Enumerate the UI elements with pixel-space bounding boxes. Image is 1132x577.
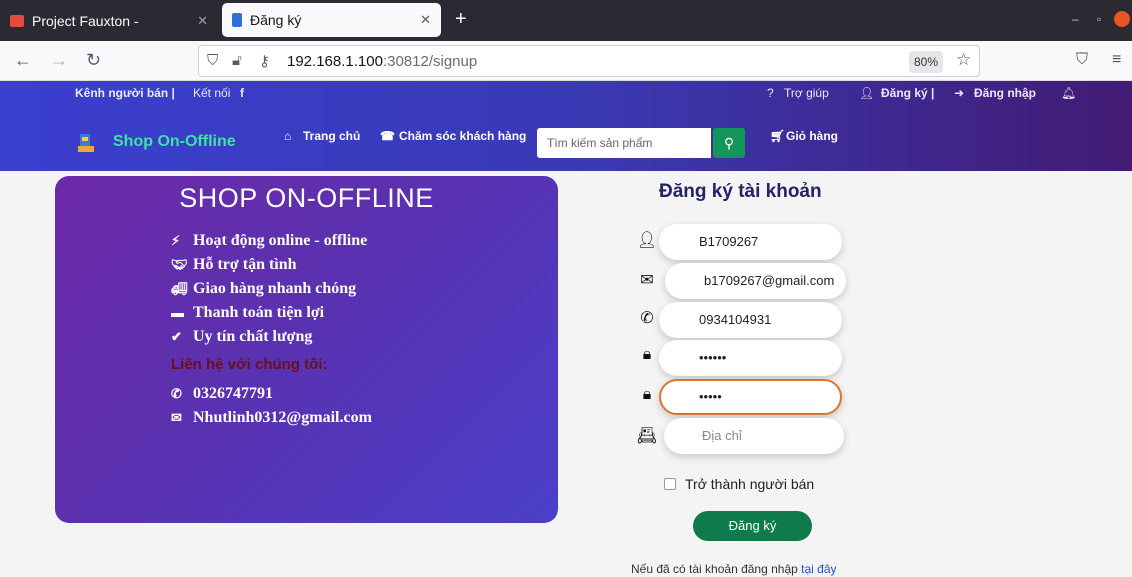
- bell-icon[interactable]: 🔔︎: [1061, 86, 1076, 100]
- check-circle-icon: ✔: [171, 329, 182, 344]
- credit-card-icon: ▬: [171, 305, 184, 320]
- new-tab-icon[interactable]: +: [455, 8, 467, 31]
- feature-item: ⚡︎ Hoạt động online - offline: [171, 232, 368, 249]
- back-arrow-icon[interactable]: ←: [14, 50, 32, 71]
- help-link[interactable]: Trợ giúp: [784, 86, 829, 100]
- feature-item: 🤝︎ Hỗ trợ tận tình: [171, 256, 297, 273]
- url-text[interactable]: 192.168.1.100:30812/signup: [287, 53, 477, 70]
- pocket-icon[interactable]: ⛉: [1076, 51, 1088, 69]
- connect-label: Kết nối: [193, 86, 231, 100]
- lock-icon: 🔒︎: [642, 346, 652, 363]
- search-icon: ⚲: [723, 135, 735, 151]
- bookmark-star-icon[interactable]: ☆: [956, 50, 971, 70]
- address-field[interactable]: Địa chỉ: [664, 418, 844, 454]
- browser-tab-bar: Project Fauxton - ✕ Đăng ký ✕ + – ▫: [0, 0, 1132, 41]
- lock-icon: 🔒︎: [642, 386, 652, 403]
- shield-icon[interactable]: ⛉: [207, 52, 218, 69]
- form-title: Đăng ký tài khoản: [659, 181, 822, 202]
- plug-icon: ⚡︎: [171, 233, 181, 248]
- login-footnote: Nếu đã có tài khoản đăng nhập tại đây: [631, 562, 837, 576]
- close-tab-icon[interactable]: ✕: [420, 12, 431, 28]
- search-input[interactable]: Tìm kiếm sản phẩm: [537, 128, 711, 158]
- window-close-icon[interactable]: [1114, 11, 1130, 27]
- email-field[interactable]: b1709267@gmail.com: [665, 263, 846, 299]
- username-field[interactable]: B1709267: [659, 224, 842, 260]
- help-icon[interactable]: ?: [767, 86, 774, 100]
- feature-item: 🚚︎ Giao hàng nhanh chóng: [171, 280, 357, 297]
- envelope-icon: ✉: [171, 410, 182, 425]
- feature-item: ✔ Uy tín chất lượng: [171, 328, 313, 345]
- shop-logo-icon[interactable]: [76, 132, 96, 154]
- become-seller-checkbox[interactable]: Trở thành người bán: [664, 476, 814, 492]
- search-button[interactable]: ⚲: [713, 128, 745, 158]
- login-here-link[interactable]: tại đây: [801, 562, 836, 576]
- cart-icon: 🛒︎: [770, 129, 786, 143]
- tab-title: Đăng ký: [250, 12, 302, 28]
- contact-phone: ✆ 0326747791: [171, 385, 273, 402]
- phone-field[interactable]: 0934104931: [659, 302, 842, 338]
- truck-icon: 🚚︎: [171, 281, 188, 296]
- contact-email: ✉ Nhutlinh0312@gmail.com: [171, 409, 372, 426]
- add-user-icon: 👤︎: [859, 86, 875, 100]
- become-seller-label: Trở thành người bán: [685, 476, 815, 492]
- shop-favicon-icon: [232, 13, 242, 27]
- zoom-level[interactable]: 80%: [909, 51, 943, 73]
- shop-info-card: SHOP ON-OFFLINE ⚡︎ Hoạt động online - off…: [55, 176, 558, 523]
- address-bar[interactable]: ⛉ 🔓︎ ⚷ 192.168.1.100:30812/signup 80% ☆: [198, 45, 980, 77]
- site-header: Kênh người bán | Kết nối f ? Trợ giúp 👤︎…: [0, 81, 1132, 171]
- browser-nav-bar: ← → ↻ ⛉ 🔓︎ ⚷ 192.168.1.100:30812/signup …: [0, 41, 1132, 81]
- close-tab-icon[interactable]: ✕: [197, 13, 208, 29]
- user-icon: 👤︎: [636, 232, 658, 249]
- minimize-icon[interactable]: –: [1072, 12, 1079, 26]
- card-title: SHOP ON-OFFLINE: [179, 183, 434, 213]
- seller-channel-link[interactable]: Kênh người bán |: [75, 86, 175, 100]
- reload-icon[interactable]: ↻: [86, 50, 101, 71]
- support-icon: ☎: [380, 129, 395, 143]
- facebook-icon[interactable]: f: [240, 86, 244, 100]
- address-book-icon: 📇︎: [636, 428, 658, 445]
- nav-cart[interactable]: Giỏ hàng: [786, 129, 838, 143]
- password-field[interactable]: ••••••: [659, 340, 842, 376]
- contact-heading: Liên hệ với chúng tôi:: [171, 356, 328, 373]
- sign-in-icon: ➜: [954, 86, 965, 100]
- menu-hamburger-icon[interactable]: ≡: [1112, 51, 1121, 69]
- nav-home[interactable]: Trang chủ: [303, 129, 360, 143]
- nav-support[interactable]: Chăm sóc khách hàng: [399, 129, 526, 143]
- phone-icon: ✆: [640, 310, 654, 327]
- brand-name[interactable]: Shop On-Offline: [113, 133, 236, 151]
- tab-project-fauxton[interactable]: Project Fauxton - ✕: [0, 0, 218, 41]
- register-button[interactable]: Đăng ký: [693, 511, 812, 541]
- home-icon: ⌂: [284, 129, 292, 143]
- forward-arrow-icon[interactable]: →: [50, 50, 68, 71]
- envelope-icon: ✉: [640, 272, 654, 289]
- maximize-icon[interactable]: ▫: [1097, 12, 1101, 26]
- confirm-password-field[interactable]: •••••: [659, 379, 842, 415]
- feature-item: ▬ Thanh toán tiện lợi: [171, 304, 325, 321]
- key-icon[interactable]: ⚷: [259, 52, 270, 70]
- checkbox-box[interactable]: [664, 478, 676, 490]
- login-link[interactable]: Đăng nhập: [974, 86, 1036, 100]
- insecure-lock-icon[interactable]: 🔓︎: [232, 52, 242, 69]
- tab-title: Project Fauxton -: [32, 12, 139, 29]
- handshake-icon: 🤝︎: [171, 257, 188, 272]
- fauxton-favicon-icon: [10, 14, 24, 27]
- register-link[interactable]: Đăng ký |: [881, 86, 934, 100]
- tab-signup[interactable]: Đăng ký ✕: [222, 3, 441, 37]
- phone-icon: ✆: [171, 386, 182, 401]
